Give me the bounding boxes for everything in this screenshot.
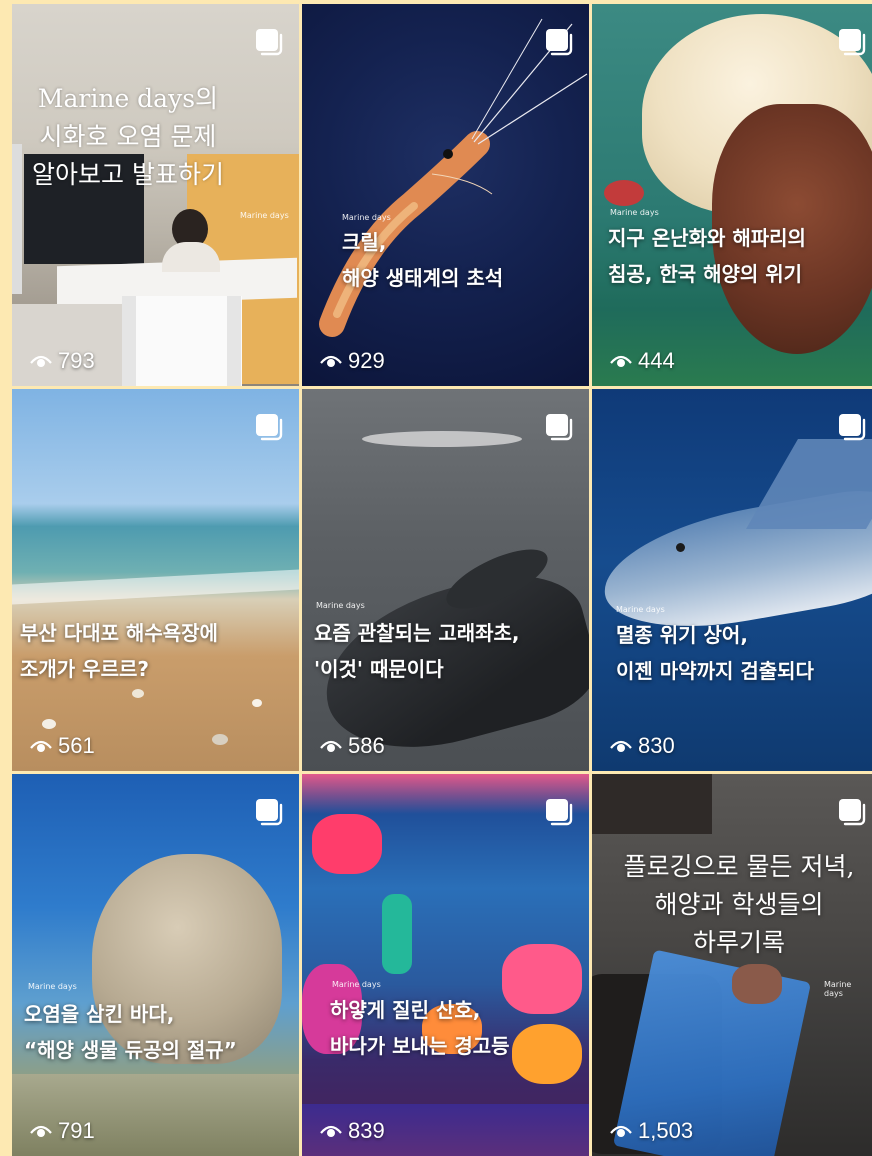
multiple-images-icon: [836, 411, 866, 441]
post-caption: 지구 온난화와 해파리의 침공, 한국 해양의 위기: [608, 220, 806, 292]
post-tile[interactable]: Marine days의 시화호 오염 문제 알아보고 발표하기 Marine …: [12, 4, 299, 386]
view-count: 929: [320, 348, 385, 374]
view-count: 444: [610, 348, 675, 374]
post-tile[interactable]: Marine days 요즘 관찰되는 고래좌초, '이것' 때문이다 586: [302, 389, 589, 771]
post-caption: 플로깅으로 물든 저녁, 해양과 학생들의 하루기록: [614, 848, 864, 962]
post-caption: Marine days의 시화호 오염 문제 알아보고 발표하기: [32, 80, 224, 194]
post-caption: 크릴, 해양 생태계의 초석: [342, 224, 503, 296]
caption-line: “해양 생물 듀공의 절규”: [24, 1038, 237, 1062]
caption-line: 시화호 오염 문제: [39, 122, 217, 151]
multiple-images-icon: [543, 26, 573, 56]
eye-icon: [30, 353, 52, 369]
view-count: 586: [320, 733, 385, 759]
caption-line: 하루기록: [692, 928, 785, 957]
post-tile[interactable]: 플로깅으로 물든 저녁, 해양과 학생들의 하루기록 Marine days 1…: [592, 774, 872, 1156]
caption-line: 바다가 보내는 경고등: [330, 1034, 510, 1058]
caption-line: 해양 생태계의 초석: [342, 266, 504, 290]
multiple-images-icon: [543, 796, 573, 826]
caption-line: 해양과 학생들의: [654, 890, 824, 919]
post-caption: 부산 다대포 해수욕장에 조개가 우르르?: [20, 615, 218, 687]
caption-line: 플로깅으로 물든 저녁,: [623, 852, 855, 881]
post-image: [12, 774, 299, 1156]
caption-line: 알아보고 발표하기: [32, 160, 224, 189]
brand-label: Marine days: [616, 605, 665, 614]
eye-icon: [320, 353, 342, 369]
eye-icon: [610, 1123, 632, 1139]
view-count: 839: [320, 1118, 385, 1144]
post-grid: Marine days의 시화호 오염 문제 알아보고 발표하기 Marine …: [12, 4, 872, 1156]
caption-line: 하얗게 질린 산호,: [330, 998, 481, 1022]
post-image: [592, 774, 872, 1156]
multiple-images-icon: [253, 796, 283, 826]
caption-line: '이것' 때문이다: [314, 657, 444, 681]
post-caption: 요즘 관찰되는 고래좌초, '이것' 때문이다: [314, 615, 520, 687]
brand-label: Marine days: [824, 980, 852, 998]
view-count-value: 1,503: [638, 1118, 694, 1143]
brand-label: Marine days: [342, 213, 391, 222]
view-count-value: 839: [348, 1118, 385, 1143]
eye-icon: [30, 1123, 52, 1139]
multiple-images-icon: [253, 411, 283, 441]
brand-label: Marine days: [332, 980, 381, 989]
post-image: [302, 389, 589, 771]
post-caption: 하얗게 질린 산호, 바다가 보내는 경고등: [330, 992, 510, 1064]
post-image: [592, 389, 872, 771]
caption-line: 침공, 한국 해양의 위기: [608, 262, 803, 286]
post-caption: 오염을 삼킨 바다, “해양 생물 듀공의 절규”: [24, 996, 237, 1068]
post-image: [12, 4, 299, 386]
view-count: 793: [30, 348, 95, 374]
multiple-images-icon: [836, 796, 866, 826]
caption-line: 요즘 관찰되는 고래좌초,: [314, 621, 520, 645]
view-count: 791: [30, 1118, 95, 1144]
view-count-value: 561: [58, 733, 95, 758]
caption-line: 멸종 위기 상어,: [616, 623, 748, 647]
caption-line: 오염을 삼킨 바다,: [24, 1002, 175, 1026]
view-count-value: 444: [638, 348, 675, 373]
eye-icon: [320, 1123, 342, 1139]
view-count-value: 830: [638, 733, 675, 758]
caption-line: Marine days의: [37, 84, 219, 113]
brand-label: Marine days: [28, 982, 77, 991]
caption-line: 크릴,: [342, 230, 387, 254]
eye-icon: [610, 738, 632, 754]
eye-icon: [320, 738, 342, 754]
multiple-images-icon: [836, 26, 866, 56]
caption-line: 부산 다대포 해수욕장에: [20, 621, 218, 645]
post-tile[interactable]: Marine days 오염을 삼킨 바다, “해양 생물 듀공의 절규” 79…: [12, 774, 299, 1156]
post-image: [12, 389, 299, 771]
view-count-value: 793: [58, 348, 95, 373]
multiple-images-icon: [253, 26, 283, 56]
post-caption: 멸종 위기 상어, 이젠 마약까지 검출되다: [616, 617, 814, 689]
brand-label: Marine days: [240, 211, 289, 220]
view-count-value: 929: [348, 348, 385, 373]
view-count-value: 586: [348, 733, 385, 758]
post-image: [302, 774, 589, 1156]
post-tile[interactable]: Marine days 멸종 위기 상어, 이젠 마약까지 검출되다 830: [592, 389, 872, 771]
caption-line: 지구 온난화와 해파리의: [608, 226, 806, 250]
caption-line: 조개가 우르르?: [20, 657, 149, 681]
eye-icon: [610, 353, 632, 369]
view-count: 830: [610, 733, 675, 759]
post-tile[interactable]: Marine days 크릴, 해양 생태계의 초석 929: [302, 4, 589, 386]
post-tile[interactable]: Marine days 지구 온난화와 해파리의 침공, 한국 해양의 위기 4…: [592, 4, 872, 386]
post-tile[interactable]: 부산 다대포 해수욕장에 조개가 우르르? 561: [12, 389, 299, 771]
post-tile[interactable]: Marine days 하얗게 질린 산호, 바다가 보내는 경고등 839: [302, 774, 589, 1156]
multiple-images-icon: [543, 411, 573, 441]
brand-label: Marine days: [610, 208, 659, 217]
caption-line: 이젠 마약까지 검출되다: [616, 659, 814, 683]
view-count: 561: [30, 733, 95, 759]
post-image: [592, 4, 872, 386]
post-image: [302, 4, 589, 386]
view-count: 1,503: [610, 1118, 693, 1144]
view-count-value: 791: [58, 1118, 95, 1143]
brand-label: Marine days: [316, 601, 365, 610]
eye-icon: [30, 738, 52, 754]
